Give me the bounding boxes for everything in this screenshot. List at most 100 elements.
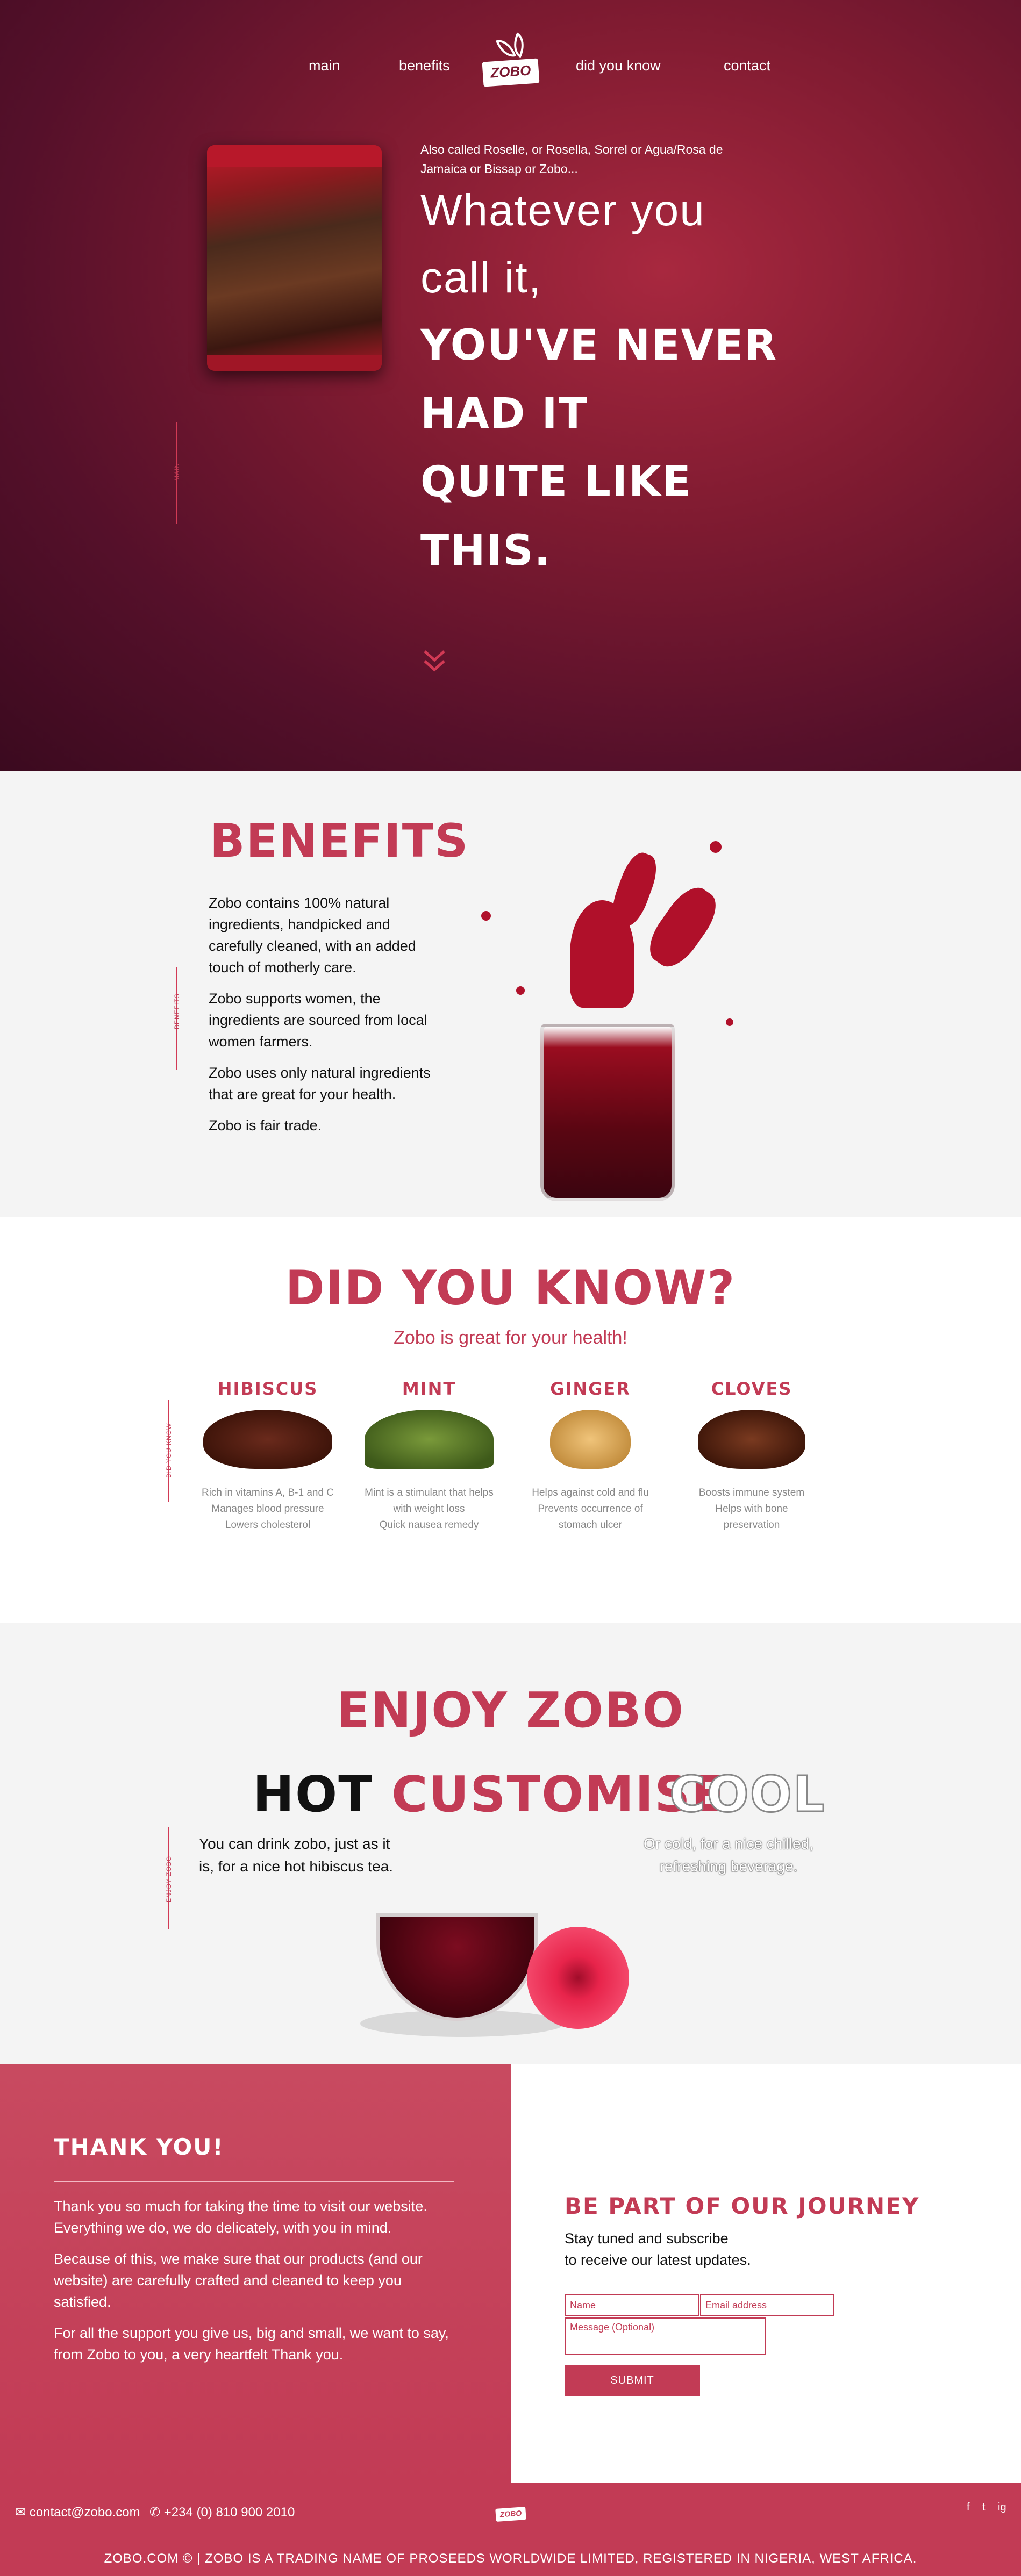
envelope-icon: ✉ [15,2505,26,2520]
leaf-icon [495,35,517,61]
herb-card-ginger: GINGER Helps against cold and flu Preven… [515,1379,666,1533]
nav-item-benefits[interactable]: benefits [399,58,450,74]
cloves-image [698,1410,805,1469]
submit-button[interactable]: SUBMIT [565,2365,700,2396]
enjoy-title: ENJOY ZOBO [337,1682,684,1739]
zobo-glass-image [540,1024,675,1201]
thank-you-title: THANK YOU! [54,2134,224,2160]
splash-drop [481,911,491,921]
cool-description: Or cold, for a nice chilled, refreshing … [644,1835,813,1875]
hero-bold-4: THIS. [420,527,552,575]
herb-card-cloves: CLOVES Boosts immune system Helps with b… [676,1379,827,1533]
side-label-main: MAIN [173,463,181,481]
footer-email-text: contact@zobo.com [29,2505,140,2520]
ginger-image [550,1410,631,1469]
hero-bold-3: QUITE LIKE [420,458,692,506]
splash-drop [710,841,722,853]
thank-you-paragraph: For all the support you give us, big and… [54,2325,449,2363]
did-you-know-title: DID YOU KNOW? [285,1260,736,1316]
nav-item-did-you-know[interactable]: did you know [576,58,661,74]
phone-icon: ✆ [149,2505,161,2520]
thank-you-panel: THANK YOU! Thank you so much for taking … [0,2064,511,2483]
subscribe-panel: BE PART OF OUR JOURNEY Stay tuned and su… [511,2064,1021,2483]
footer-logo-text: ZOBO [499,2508,522,2519]
thank-you-text: Thank you so much for taking the time to… [54,2195,454,2375]
benefit-paragraph: Zobo contains 100% natural ingredients, … [209,895,416,975]
thank-you-paragraph: Because of this, we make sure that our p… [54,2251,423,2310]
splash-shape [606,848,663,931]
thanks-section: THANK YOU! Thank you so much for taking … [0,2064,1021,2483]
footer-phone[interactable]: ✆ +234 (0) 810 900 2010 [149,2505,295,2520]
hibiscus-flower-image [527,1927,629,2029]
thank-you-paragraph: Thank you so much for taking the time to… [54,2198,427,2236]
herb-description: Mint is a stimulant that helps with weig… [354,1485,504,1533]
did-you-know-section: DID YOU KNOW? Zobo is great for your hea… [0,1217,1021,1623]
benefit-paragraph: Zobo uses only natural ingredients that … [209,1065,431,1102]
zobo-logo[interactable]: ZOBO [479,31,543,95]
teacup-image [376,1913,538,2021]
herb-line: stomach ulcer [558,1519,623,1531]
name-field[interactable] [565,2294,699,2316]
footer: ✉ contact@zobo.com ✆ +234 (0) 810 900 20… [0,2483,1021,2576]
side-label-benefits: BENEFITS [173,993,181,1029]
herb-description: Boosts immune system Helps with bone pre… [676,1485,827,1533]
herb-line: Manages blood pressure [211,1503,324,1515]
herb-line: Helps with bone [715,1503,788,1515]
scroll-down-chevron-icon[interactable] [423,648,446,675]
logo-text: ZOBO [490,62,532,81]
logo-badge: ZOBO [482,58,540,87]
splash-shape [640,879,725,975]
benefit-paragraph: Zobo supports women, the ingredients are… [209,991,427,1050]
message-field[interactable] [565,2317,766,2355]
benefits-text: Zobo contains 100% natural ingredients, … [209,892,445,1146]
benefits-section: BENEFITS BENEFITS Zobo contains 100% nat… [0,771,1021,1217]
nav-item-main[interactable]: main [309,58,340,74]
hero-intro: Also called Roselle, or Rosella, Sorrel … [420,142,723,176]
journey-title: BE PART OF OUR JOURNEY [565,2193,920,2219]
cool-option[interactable]: COOL [669,1765,826,1824]
divider [54,2181,454,2182]
herb-line: Mint is a stimulant that helps [365,1487,494,1498]
footer-phone-text: +234 (0) 810 900 2010 [163,2505,295,2520]
herb-card-mint: MINT Mint is a stimulant that helps with… [354,1379,504,1533]
hero-section: main benefits did you know contact ZOBO … [0,0,1021,771]
hot-option[interactable]: HOT [253,1766,373,1823]
instagram-icon[interactable]: ig [998,2501,1006,2514]
herb-title: HIBISCUS [217,1379,318,1399]
herb-description: Rich in vitamins A, B-1 and C Manages bl… [192,1485,343,1533]
email-field[interactable] [700,2294,834,2316]
nav-item-contact[interactable]: contact [724,58,770,74]
splash-drop [516,986,525,995]
journey-text: Stay tuned and subscribe to receive our … [565,2228,790,2271]
benefits-title: BENEFITS [210,814,469,868]
herb-line: preservation [723,1519,780,1531]
footer-logo-badge: ZOBO [495,2507,526,2522]
hero-bold-2: HAD IT [420,390,588,438]
side-label-did-you-know: DID YOU KNOW [165,1423,173,1478]
herb-title: GINGER [550,1379,631,1399]
facebook-icon[interactable]: f [967,2501,970,2514]
hero-line-1: Whatever you [420,186,705,235]
benefit-paragraph: Zobo is fair trade. [209,1117,322,1133]
herb-line: Quick nausea remedy [379,1519,479,1531]
herb-card-hibiscus: HIBISCUS Rich in vitamins A, B-1 and C M… [192,1379,343,1533]
zobo-package-image [207,145,382,371]
splash-drop [726,1018,733,1026]
herb-title: CLOVES [711,1379,792,1399]
twitter-icon[interactable]: t [982,2501,986,2514]
side-label-enjoy-zobo: ENJOY ZOBO [165,1855,173,1903]
hero-line-2: call it, [420,253,542,302]
herb-line: with weight loss [393,1503,465,1515]
footer-logo[interactable]: ZOBO [495,2493,527,2525]
herb-line: Lowers cholesterol [225,1519,311,1531]
hibiscus-image [203,1410,332,1469]
footer-email[interactable]: ✉ contact@zobo.com [15,2505,140,2520]
herb-line: Boosts immune system [698,1487,805,1498]
journey-line: Stay tuned and subscribe [565,2230,729,2247]
did-you-know-subtitle: Zobo is great for your health! [394,1328,627,1348]
herb-description: Helps against cold and flu Prevents occu… [515,1485,666,1533]
footer-copyright: ZOBO.COM © | ZOBO IS A TRADING NAME OF P… [104,2551,917,2566]
mint-image [365,1410,494,1469]
herb-line: Helps against cold and flu [532,1487,649,1498]
enjoy-zobo-section: ENJOY ZOBO ENJOY ZOBO HOT CUSTOMISE COOL… [0,1623,1021,2064]
